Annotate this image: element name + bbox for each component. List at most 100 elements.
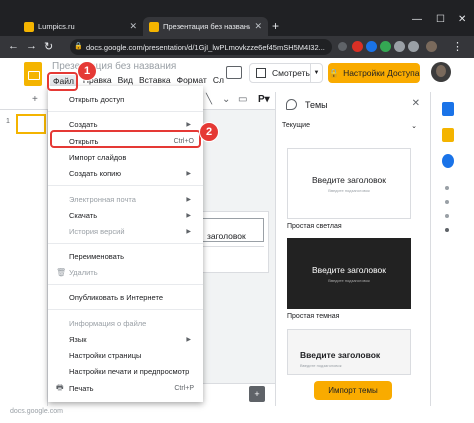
avatar[interactable] xyxy=(431,62,451,82)
theme-caption: Простая светлая xyxy=(287,223,342,230)
slide-subtitle-box[interactable] xyxy=(202,246,264,262)
browser-menu-icon[interactable]: ⋮ xyxy=(452,40,463,53)
back-icon[interactable]: ← xyxy=(8,40,19,52)
menu-item-label: Настройки страницы xyxy=(69,351,142,360)
share-label: Настройки Доступа xyxy=(343,68,420,78)
menu-item-language[interactable]: Язык ▶ xyxy=(48,333,203,346)
menu-item-label: Электронная почта xyxy=(69,195,136,204)
menu-item-label: Создать xyxy=(69,120,98,129)
slides-favicon-icon xyxy=(149,21,159,32)
menu-item-label: Печать xyxy=(69,384,94,393)
menu-item-delete[interactable]: 🗑 Удалить xyxy=(48,266,203,279)
menu-item-label: Переименовать xyxy=(69,252,124,261)
tasks-icon[interactable] xyxy=(442,154,454,168)
theme-card-title: Введите заголовок xyxy=(312,174,386,185)
menu-item-file-info[interactable]: Информация о файле xyxy=(48,317,203,330)
url-input[interactable]: docs.google.com/presentation/d/1GjI_lwPL… xyxy=(70,39,332,55)
browser-tab-lumpics[interactable]: Lumpics.ru ✕ xyxy=(18,17,143,36)
slides-logo-icon[interactable] xyxy=(24,62,42,86)
menu-divider xyxy=(48,309,203,310)
submenu-arrow-icon: ▶ xyxy=(186,337,191,343)
menu-item-import-slides[interactable]: Импорт слайдов xyxy=(48,151,203,164)
slide-canvas[interactable]: заголовок xyxy=(200,212,268,272)
extensions-puzzle-icon[interactable] xyxy=(408,41,419,52)
menu-item-label: Создать копию xyxy=(69,169,121,178)
menu-item-page-setup[interactable]: Настройки страницы xyxy=(48,349,203,362)
dot-icon xyxy=(445,228,449,232)
chevron-down-icon[interactable]: ⌄ xyxy=(222,94,230,105)
extension-icon[interactable] xyxy=(366,41,377,52)
themes-title: Темы xyxy=(305,99,328,110)
slide-number: 1 xyxy=(6,118,10,125)
extension-icon[interactable] xyxy=(352,41,363,52)
comments-icon[interactable] xyxy=(226,66,242,79)
new-slide-icon[interactable]: + xyxy=(32,94,38,105)
slide-title-box[interactable]: заголовок xyxy=(202,218,264,242)
close-tab-icon[interactable]: ✕ xyxy=(129,21,137,32)
explore-icon[interactable]: + xyxy=(249,386,265,402)
theme-card-simple-light[interactable]: Введите заголовок Введите подзаголовок xyxy=(287,148,411,219)
forward-icon[interactable]: → xyxy=(26,40,37,52)
minimize-icon[interactable]: — xyxy=(412,14,422,25)
dot-icon xyxy=(445,200,449,204)
document-title[interactable]: Презентация без названия xyxy=(52,61,176,72)
theme-card-streamline[interactable]: Введите заголовок Введите подзаголовок xyxy=(287,329,411,375)
close-window-icon[interactable]: ✕ xyxy=(458,14,466,25)
extension-icon[interactable] xyxy=(394,41,405,52)
maximize-icon[interactable]: ☐ xyxy=(436,14,445,25)
submenu-arrow-icon: ▶ xyxy=(186,122,191,128)
close-icon[interactable]: ✕ xyxy=(412,98,420,109)
lock-icon: 🔒 xyxy=(328,67,340,78)
extension-icon[interactable] xyxy=(380,41,391,52)
background-menu-icon[interactable]: P▾ xyxy=(258,94,270,105)
calendar-icon[interactable] xyxy=(442,102,454,116)
profile-avatar[interactable] xyxy=(426,41,437,52)
slide-thumbnail[interactable] xyxy=(16,114,46,134)
tab-title: Презентация без названия - G xyxy=(163,22,251,31)
menu-item-email[interactable]: Электронная почта ▶ xyxy=(48,193,203,206)
menu-item-label: История версий xyxy=(69,227,125,236)
menu-item-rename[interactable]: Переименовать xyxy=(48,250,203,263)
menu-item-share[interactable]: Открыть доступ xyxy=(48,93,203,106)
menu-slide[interactable]: Сл xyxy=(213,75,224,87)
share-button[interactable]: 🔒 Настройки Доступа xyxy=(328,63,420,83)
menu-item-download[interactable]: Скачать ▶ xyxy=(48,209,203,222)
themes-panel: Темы ✕ Текущие ⌄ Введите заголовок Введи… xyxy=(275,92,430,406)
line-tool-icon[interactable]: ╲ xyxy=(206,94,212,105)
reload-icon[interactable]: ↻ xyxy=(44,40,53,53)
menu-item-print-settings[interactable]: Настройки печати и предпросмотр xyxy=(48,365,203,378)
present-button[interactable]: Смотреть ▼ xyxy=(249,63,323,83)
browser-tab-presentation[interactable]: Презентация без названия - G ✕ xyxy=(143,17,268,36)
close-tab-icon[interactable]: ✕ xyxy=(254,21,262,32)
submenu-arrow-icon: ▶ xyxy=(186,229,191,235)
theme-card-subtitle: Введите подзаголовок xyxy=(328,277,370,283)
menu-item-print[interactable]: 🖶 Печать Ctrl+P xyxy=(48,382,203,395)
bookmark-star-icon[interactable] xyxy=(338,42,347,51)
menu-item-version-history[interactable]: История версий ▶ xyxy=(48,225,203,238)
theme-card-subtitle: Введите подзаголовок xyxy=(300,363,342,368)
lumpics-favicon-icon xyxy=(24,21,34,32)
comment-add-icon[interactable]: ▭ xyxy=(238,94,247,105)
import-theme-button[interactable]: Импорт темы xyxy=(314,381,392,400)
submenu-arrow-icon: ▶ xyxy=(186,213,191,219)
menu-item-label: Информация о файле xyxy=(69,319,147,328)
chevron-down-icon: ⌄ xyxy=(411,123,417,130)
menu-item-make-copy[interactable]: Создать копию ▶ xyxy=(48,167,203,180)
status-url: docs.google.com xyxy=(10,408,63,415)
menu-item-label: Удалить xyxy=(69,268,98,277)
highlight-open-item xyxy=(50,130,201,148)
slide-filmstrip: 1 xyxy=(0,110,48,423)
menu-item-publish[interactable]: Опубликовать в Интернете xyxy=(48,291,203,304)
side-panel-strip xyxy=(430,92,474,406)
chevron-down-icon[interactable]: ▼ xyxy=(310,64,322,82)
menu-item-label: Импорт слайдов xyxy=(69,153,127,162)
menu-divider xyxy=(48,284,203,285)
themes-selector[interactable]: Текущие ⌄ xyxy=(282,122,417,130)
menu-item-label: Язык xyxy=(69,335,87,344)
lock-icon[interactable]: 🔒 xyxy=(74,42,83,50)
palette-icon xyxy=(286,99,297,110)
menu-divider xyxy=(48,243,203,244)
keep-icon[interactable] xyxy=(442,128,454,142)
new-tab-icon[interactable]: + xyxy=(272,19,279,33)
theme-card-simple-dark[interactable]: Введите заголовок Введите подзаголовок xyxy=(287,238,411,309)
